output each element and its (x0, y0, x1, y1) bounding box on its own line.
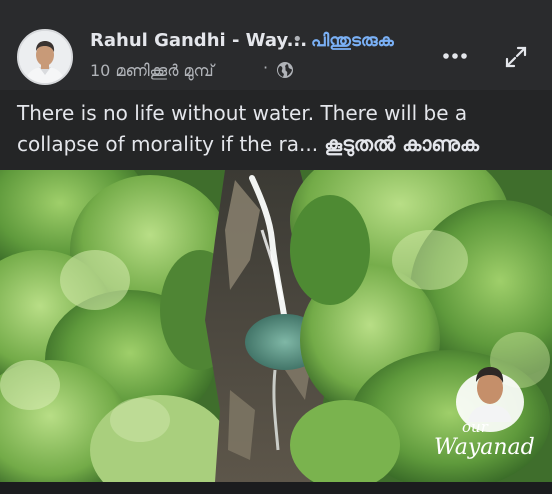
meta-separator: · (263, 58, 269, 77)
logo-text-wayanad: Wayanad (434, 435, 535, 460)
post-photo[interactable]: our Wayanad (0, 170, 552, 482)
expand-icon[interactable] (503, 44, 529, 70)
logo-text-our: our (462, 418, 489, 436)
more-options-icon[interactable] (441, 48, 469, 64)
name-separator: • (292, 29, 303, 50)
post-timestamp[interactable]: 10 മണിക്കൂർ മുമ്പ് (90, 61, 214, 81)
post-caption: There is no life without water. There wi… (17, 98, 547, 160)
see-more-link[interactable]: കൂടുതൽ കാണുക (324, 132, 479, 156)
follow-link[interactable]: പിന്തുടരുക (311, 31, 394, 51)
globe-icon[interactable] (276, 61, 294, 79)
facebook-post: Rahul Gandhi - Way... • പിന്തുടരുക 10 മണ… (0, 0, 552, 494)
author-name[interactable]: Rahul Gandhi - Way... (90, 30, 307, 51)
post-footer-edge (0, 482, 552, 494)
post-header: Rahul Gandhi - Way... • പിന്തുടരുക 10 മണ… (0, 0, 552, 90)
author-avatar[interactable] (17, 29, 73, 85)
